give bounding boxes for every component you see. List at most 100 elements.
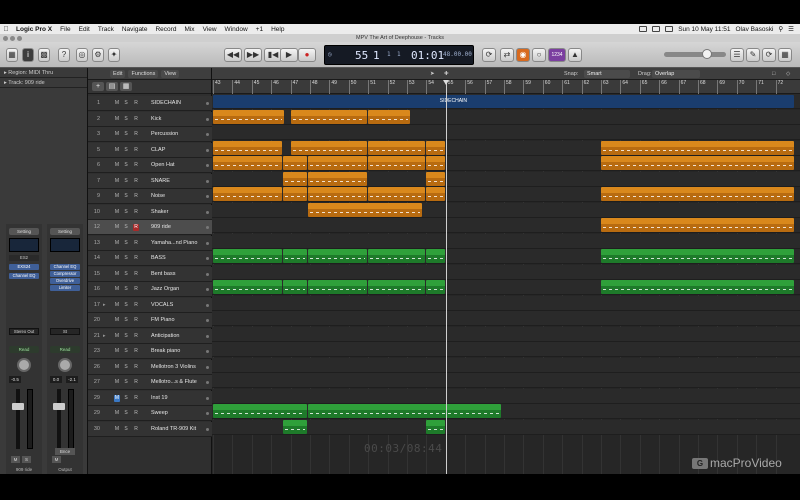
region[interactable]: Shaker <box>308 202 422 217</box>
duplicate-track-icon[interactable]: ▦ <box>120 82 132 91</box>
menu-edit[interactable]: Edit <box>75 26 94 33</box>
mute-button[interactable]: M <box>114 394 120 402</box>
region[interactable] <box>368 249 426 263</box>
track-row[interactable]: 23 M S R Break piano <box>88 344 212 359</box>
track-name[interactable]: Kick <box>151 116 209 122</box>
inspector-button[interactable]: i <box>22 48 34 62</box>
cycle-button[interactable]: ⟳ <box>482 48 496 62</box>
record-enable-button[interactable]: R <box>133 364 139 371</box>
track-name[interactable]: Percussion <box>151 131 209 137</box>
play-button[interactable]: ▶ <box>280 48 298 62</box>
strip2-plugin-1[interactable]: Channel EQ <box>50 264 80 270</box>
track-row[interactable]: 13 M S R Yamaha...nd Piano <box>88 235 212 251</box>
region[interactable]: 909 ride <box>601 218 794 232</box>
mute-button[interactable]: M <box>114 147 120 154</box>
solo-button[interactable]: S <box>123 131 129 138</box>
region[interactable]: Open Hat <box>601 156 794 170</box>
region[interactable]: Kick <box>213 109 284 124</box>
track-options-icon[interactable] <box>206 133 209 136</box>
mute-button[interactable]: M <box>114 317 120 324</box>
track-options-icon[interactable] <box>206 272 209 276</box>
region[interactable]: Sweep.3 <box>213 404 308 418</box>
solo-button[interactable]: S <box>123 379 129 386</box>
region[interactable]: SNARE <box>426 171 445 186</box>
record-enable-button[interactable]: R <box>133 348 139 355</box>
track-name[interactable]: Mellotron 3 Violins <box>151 364 209 370</box>
mute-button[interactable]: M <box>114 131 120 138</box>
solo-button[interactable]: S <box>123 348 129 355</box>
mute-button[interactable]: M <box>114 286 120 293</box>
mute-button[interactable]: M <box>114 333 120 340</box>
solo-button[interactable]: S <box>123 240 129 247</box>
mute-button[interactable]: M <box>114 209 120 216</box>
strip1-instrument[interactable]: ES2 <box>9 255 39 261</box>
region[interactable]: Jazz Organ <box>308 280 368 294</box>
track-row[interactable]: 17 ▸ M S R VOCALS <box>88 297 212 313</box>
region-inspector-header[interactable]: ▸ Region: MIDI Thru <box>0 68 87 78</box>
track-name[interactable]: 909 ride <box>151 224 209 230</box>
menu-plus1[interactable]: +1 <box>252 26 267 33</box>
record-enable-button[interactable]: R <box>133 116 139 123</box>
mute-button[interactable]: M <box>114 255 120 262</box>
solo-button[interactable]: S <box>123 116 129 123</box>
minimize-window-icon[interactable] <box>10 35 15 41</box>
track-options-icon[interactable] <box>206 303 209 307</box>
track-name[interactable]: Mellotro...s & Flute <box>151 379 209 385</box>
track-row[interactable]: 20 M S R FM Piano <box>88 313 212 328</box>
strip1-setting-button[interactable]: Setting <box>9 228 39 235</box>
region[interactable]: Noise <box>308 187 368 201</box>
region[interactable]: Sweep.4 <box>308 404 502 418</box>
metronome-button[interactable]: ▲ <box>568 48 582 62</box>
strip2-volume-fader[interactable] <box>53 389 65 449</box>
solo-button[interactable]: S <box>123 302 129 309</box>
region[interactable]: Noise <box>601 187 794 201</box>
solo-button[interactable]: S <box>123 224 129 231</box>
track-name[interactable]: Open Hat <box>151 162 209 168</box>
track-row[interactable]: 9 M S R Noise <box>88 189 212 204</box>
solo-button[interactable]: S <box>123 286 129 293</box>
region[interactable]: BASS <box>426 249 445 263</box>
track-name[interactable]: Break piano <box>151 348 209 354</box>
strip1-automation[interactable]: Read <box>9 346 39 353</box>
region[interactable] <box>368 140 426 155</box>
track-row[interactable]: 21 ▸ M S R Anticipation <box>88 328 212 344</box>
strip2-plugin-4[interactable]: Limiter <box>50 285 80 291</box>
track-name[interactable]: Shaker <box>151 209 209 215</box>
mute-button[interactable]: M <box>114 162 120 169</box>
track-options-icon[interactable] <box>206 102 209 105</box>
functions-menu[interactable]: Functions <box>128 69 159 78</box>
mute-button[interactable]: M <box>114 100 120 107</box>
region[interactable]: Open Hat <box>308 156 368 170</box>
menu-app[interactable]: Logic Pro X <box>12 26 56 33</box>
record-enable-button[interactable]: R <box>133 333 139 340</box>
track-lane[interactable] <box>212 388 800 404</box>
toolbar-button[interactable]: ▩ <box>38 48 50 62</box>
count-in-button[interactable]: 1234 <box>548 48 566 62</box>
apple-menu-icon[interactable]:  <box>0 26 12 33</box>
track-name[interactable]: BASS <box>151 255 209 261</box>
region[interactable]: SIDECHAIN <box>213 95 794 108</box>
track-name[interactable]: SIDECHAIN <box>151 100 209 106</box>
strip2-automation[interactable]: Read <box>50 346 80 353</box>
record-enable-button[interactable]: R <box>133 240 139 247</box>
region[interactable]: BASS <box>213 249 282 263</box>
snap-select[interactable]: Smart <box>584 70 630 78</box>
record-enable-button[interactable]: R <box>133 131 139 138</box>
strip2-bounce-button[interactable]: Bnce <box>55 448 75 455</box>
library-button[interactable]: ▦ <box>6 48 18 62</box>
region[interactable]: SNARE <box>282 171 308 186</box>
record-enable-button[interactable]: R <box>133 379 139 386</box>
record-enable-button[interactable]: R <box>133 193 139 200</box>
track-name[interactable]: CLAP <box>151 147 209 153</box>
region[interactable]: Noise <box>426 187 445 201</box>
menu-record[interactable]: Record <box>151 26 180 33</box>
track-lane[interactable] <box>212 233 800 249</box>
mute-button[interactable]: M <box>114 348 120 355</box>
master-volume-slider[interactable] <box>664 49 726 59</box>
region[interactable]: Open Hat <box>213 156 282 170</box>
track-options-icon[interactable] <box>206 350 209 353</box>
solo-button[interactable]: S <box>123 333 129 340</box>
forward-button[interactable]: ▶▶ <box>244 48 262 62</box>
track-row[interactable]: 26 M S R Mellotron 3 Violins <box>88 359 212 375</box>
track-options-icon[interactable] <box>206 412 209 415</box>
